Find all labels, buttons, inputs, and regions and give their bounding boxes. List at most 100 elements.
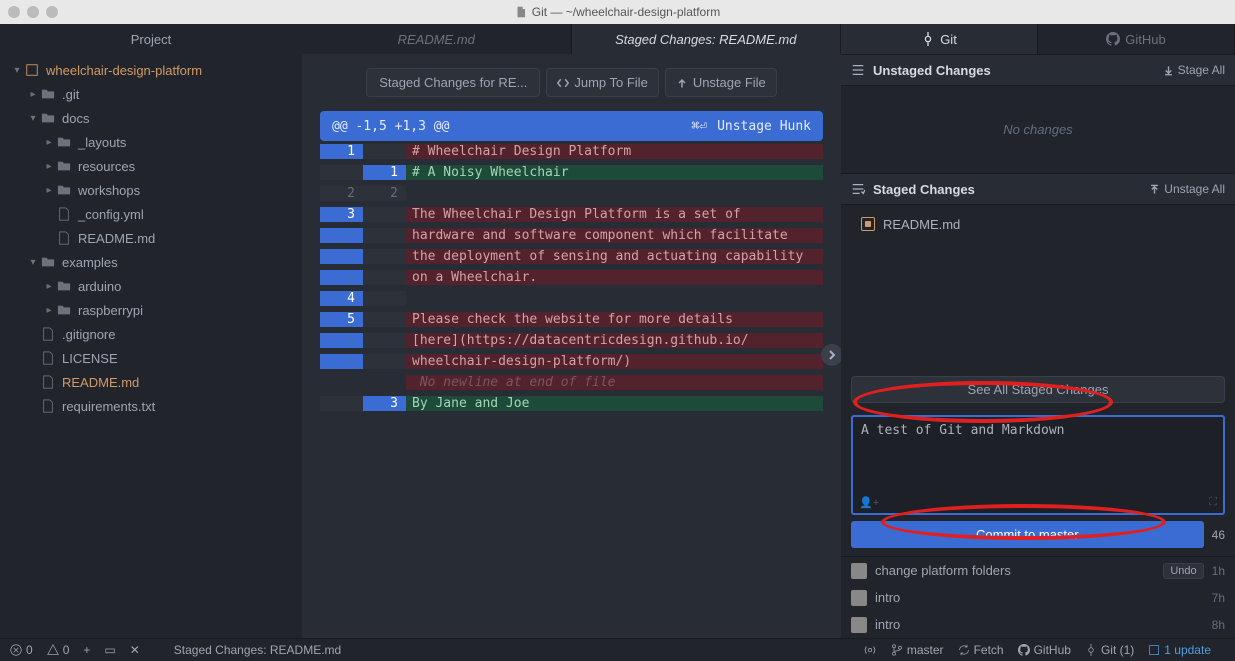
diff-line[interactable]: 3By Jane and Joe xyxy=(320,393,823,414)
jump-to-file-button[interactable]: Jump To File xyxy=(546,68,658,97)
tree-file[interactable]: LICENSE xyxy=(0,346,302,370)
unstaged-empty: No changes xyxy=(841,92,1235,167)
git-tab[interactable]: Git xyxy=(841,24,1038,54)
branch-indicator[interactable]: master xyxy=(891,643,944,657)
diff-line[interactable]: ·the deployment of sensing and actuating… xyxy=(320,246,823,267)
recent-commit-row[interactable]: intro7h xyxy=(841,584,1235,611)
file-icon xyxy=(56,206,72,222)
diff-line[interactable]: ·on a Wheelchair. xyxy=(320,267,823,288)
branch-icon xyxy=(891,644,903,656)
recent-commit-row[interactable]: change platform foldersUndo1h xyxy=(841,557,1235,584)
diff-title: Staged Changes for RE... xyxy=(366,68,540,97)
warning-count[interactable]: 0 xyxy=(47,643,70,657)
add-coauthor-icon[interactable]: 👤+ xyxy=(859,496,879,509)
warning-icon xyxy=(47,644,59,656)
diff-line[interactable]: ·wheelchair-design-platform/) xyxy=(320,351,823,372)
tree-file[interactable]: .gitignore xyxy=(0,322,302,346)
editor-tab[interactable]: README.md xyxy=(302,24,572,54)
diff-line[interactable]: ·[here](https://datacentricdesign.github… xyxy=(320,330,823,351)
broadcast-icon xyxy=(863,643,877,657)
close-button[interactable]: ✕ xyxy=(130,643,140,657)
unstaged-header: Unstaged Changes xyxy=(873,63,1163,78)
chevron-right-icon xyxy=(827,350,837,360)
hunk-range: @@ -1,5 +1,3 @@ xyxy=(332,119,691,134)
github-tab[interactable]: GitHub xyxy=(1038,24,1235,54)
stage-all-button[interactable]: Stage All xyxy=(1163,63,1225,77)
git-commit-icon xyxy=(1085,644,1097,656)
staged-file-row[interactable]: README.md xyxy=(841,211,1235,237)
hunk-header[interactable]: @@ -1,5 +1,3 @@ ⌘⏎ Unstage Hunk xyxy=(320,111,823,141)
tree-folder[interactable]: ▾docs xyxy=(0,106,302,130)
project-panel-header: Project xyxy=(0,24,302,54)
tree-file[interactable]: README.md xyxy=(0,226,302,250)
recent-commit-row[interactable]: intro8h xyxy=(841,611,1235,638)
diff-line[interactable]: No newline at end of file xyxy=(320,372,823,393)
diff-line[interactable]: 5Please check the website for more detai… xyxy=(320,309,823,330)
status-file: Staged Changes: README.md xyxy=(174,643,341,657)
error-count[interactable]: 0 xyxy=(10,643,33,657)
folder-icon xyxy=(40,86,56,102)
toggle-button[interactable]: ▭ xyxy=(104,643,115,657)
file-icon xyxy=(40,374,56,390)
tree-file[interactable]: _config.yml xyxy=(0,202,302,226)
folder-icon xyxy=(56,182,72,198)
unstage-hunk-button[interactable]: Unstage Hunk xyxy=(717,119,811,134)
git-commit-icon xyxy=(921,32,935,46)
commit-message-box[interactable]: 👤+ ⛶ xyxy=(851,415,1225,515)
error-icon xyxy=(10,644,22,656)
minimize-window-button[interactable] xyxy=(27,6,39,18)
expand-icon[interactable]: ⛶ xyxy=(1209,496,1217,509)
diff-line[interactable]: ·hardware and software component which f… xyxy=(320,225,823,246)
git-status[interactable]: Git (1) xyxy=(1085,643,1134,657)
code-icon xyxy=(557,77,569,89)
folder-icon xyxy=(56,158,72,174)
tree-file[interactable]: requirements.txt xyxy=(0,394,302,418)
recent-commits: change platform foldersUndo1hintro7hintr… xyxy=(841,556,1235,638)
window-titlebar: Git — ~/wheelchair-design-platform xyxy=(0,0,1235,24)
diff-line[interactable]: 22 xyxy=(320,183,823,204)
update-indicator[interactable]: 1 update xyxy=(1148,643,1211,657)
tree-folder[interactable]: ▸.git xyxy=(0,82,302,106)
undo-button[interactable]: Undo xyxy=(1163,563,1203,579)
file-icon xyxy=(40,326,56,342)
diff-body: 1# Wheelchair Design Platform1# A Noisy … xyxy=(320,141,823,414)
commit-button[interactable]: Commit to master xyxy=(851,521,1204,548)
arrow-up-icon xyxy=(676,77,688,89)
project-tree[interactable]: ▾wheelchair-design-platform▸.git▾docs▸_l… xyxy=(0,54,302,422)
add-button[interactable]: + xyxy=(83,643,90,657)
maximize-window-button[interactable] xyxy=(46,6,58,18)
file-icon xyxy=(56,230,72,246)
commit-char-count: 46 xyxy=(1212,528,1225,542)
tree-folder[interactable]: ▸arduino xyxy=(0,274,302,298)
folder-icon xyxy=(56,134,72,150)
arrow-up-icon xyxy=(1149,184,1160,195)
tree-folder[interactable]: ▸_layouts xyxy=(0,130,302,154)
unstage-all-button[interactable]: Unstage All xyxy=(1149,182,1225,196)
folder-icon xyxy=(40,110,56,126)
staged-header: Staged Changes xyxy=(873,182,1149,197)
avatar xyxy=(851,563,867,579)
collapse-panel-button[interactable] xyxy=(821,344,843,366)
folder-icon xyxy=(56,278,72,294)
fetch-button[interactable]: Fetch xyxy=(958,643,1004,657)
status-bar: 0 0 + ▭ ✕ Staged Changes: README.md mast… xyxy=(0,638,1235,661)
diff-line[interactable]: 3The Wheelchair Design Platform is a set… xyxy=(320,204,823,225)
diff-line[interactable]: 1# Wheelchair Design Platform xyxy=(320,141,823,162)
diff-line[interactable]: 1# A Noisy Wheelchair xyxy=(320,162,823,183)
tree-root[interactable]: ▾wheelchair-design-platform xyxy=(0,58,302,82)
folder-icon xyxy=(40,254,56,270)
tree-file[interactable]: README.md xyxy=(0,370,302,394)
tree-folder[interactable]: ▾examples xyxy=(0,250,302,274)
sync-icon xyxy=(958,644,970,656)
editor-tab[interactable]: Staged Changes: README.md xyxy=(572,24,842,54)
squirrel-icon xyxy=(1148,644,1160,656)
see-all-staged-button[interactable]: See All Staged Changes xyxy=(851,376,1225,403)
tree-folder[interactable]: ▸workshops xyxy=(0,178,302,202)
signal-icon[interactable] xyxy=(863,643,877,657)
tree-folder[interactable]: ▸resources xyxy=(0,154,302,178)
close-window-button[interactable] xyxy=(8,6,20,18)
github-status[interactable]: GitHub xyxy=(1018,643,1071,657)
unstage-file-button[interactable]: Unstage File xyxy=(665,68,777,97)
diff-line[interactable]: 4 xyxy=(320,288,823,309)
tree-folder[interactable]: ▸raspberrypi xyxy=(0,298,302,322)
